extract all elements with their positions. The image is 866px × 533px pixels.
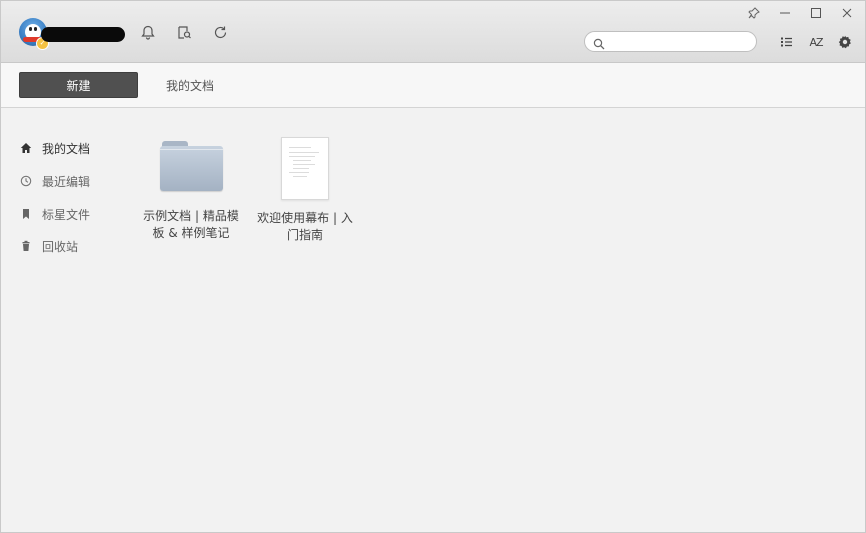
trash-icon [19, 239, 33, 253]
new-button[interactable]: 新建 [19, 72, 138, 98]
folder-icon [159, 141, 223, 191]
folder-item-examples[interactable]: 示例文档 | 精品模板 & 样例笔记 [136, 141, 246, 242]
doc-line [289, 156, 315, 157]
doc-line [289, 172, 309, 173]
doc-line [289, 147, 311, 148]
minimize-icon[interactable] [777, 5, 793, 21]
file-name: 示例文档 | 精品模板 & 样例笔记 [143, 209, 239, 240]
sidebar-item-trash[interactable]: 回收站 [19, 236, 78, 256]
doc-line [293, 164, 315, 165]
search-file-icon[interactable] [175, 23, 193, 41]
list-view-icon[interactable] [777, 33, 795, 51]
sidebar: 我的文档 最近编辑 标星文件 回收站 [1, 108, 131, 532]
search-input[interactable] [609, 33, 753, 52]
sidebar-item-recent[interactable]: 最近编辑 [19, 171, 90, 191]
clock-icon [19, 174, 33, 188]
sidebar-item-starred[interactable]: 标星文件 [19, 204, 90, 224]
home-icon [19, 141, 33, 155]
file-name: 欢迎使用幕布 | 入门指南 [257, 211, 353, 242]
doc-line [289, 152, 319, 153]
doc-line [293, 176, 307, 177]
document-item-guide[interactable]: 欢迎使用幕布 | 入门指南 [250, 137, 360, 244]
refresh-icon[interactable] [211, 23, 229, 41]
title-bar: ✓ AZ [1, 1, 865, 63]
sidebar-item-label: 最近编辑 [42, 174, 91, 189]
bell-icon[interactable] [139, 23, 157, 41]
breadcrumb[interactable]: 我的文档 [166, 77, 214, 94]
sidebar-item-label: 标星文件 [42, 207, 91, 222]
folder-body [159, 146, 223, 191]
toolbar: 新建 我的文档 [1, 63, 865, 108]
doc-line [293, 168, 309, 169]
maximize-icon[interactable] [808, 5, 824, 21]
search-icon [593, 35, 605, 54]
sidebar-item-label: 我的文档 [42, 141, 91, 156]
search-box[interactable] [584, 31, 757, 52]
bookmark-icon [19, 207, 33, 221]
close-icon[interactable] [839, 5, 855, 21]
avatar-eye-left [29, 27, 32, 31]
avatar-eye-right [34, 27, 37, 31]
pin-icon[interactable] [746, 5, 762, 21]
sort-az-label: AZ [809, 35, 823, 49]
app-window: ✓ AZ 新建 我的文档 我的文档 最近编辑 标星文件 回收站 示例文档 | 精… [0, 0, 866, 533]
username-redacted [41, 27, 125, 42]
document-icon [281, 137, 329, 200]
sidebar-item-label: 回收站 [42, 239, 79, 254]
doc-line [293, 160, 311, 161]
gear-icon[interactable] [836, 33, 854, 51]
sidebar-item-my-documents[interactable]: 我的文档 [19, 138, 90, 158]
sort-az-button[interactable]: AZ [807, 33, 825, 51]
